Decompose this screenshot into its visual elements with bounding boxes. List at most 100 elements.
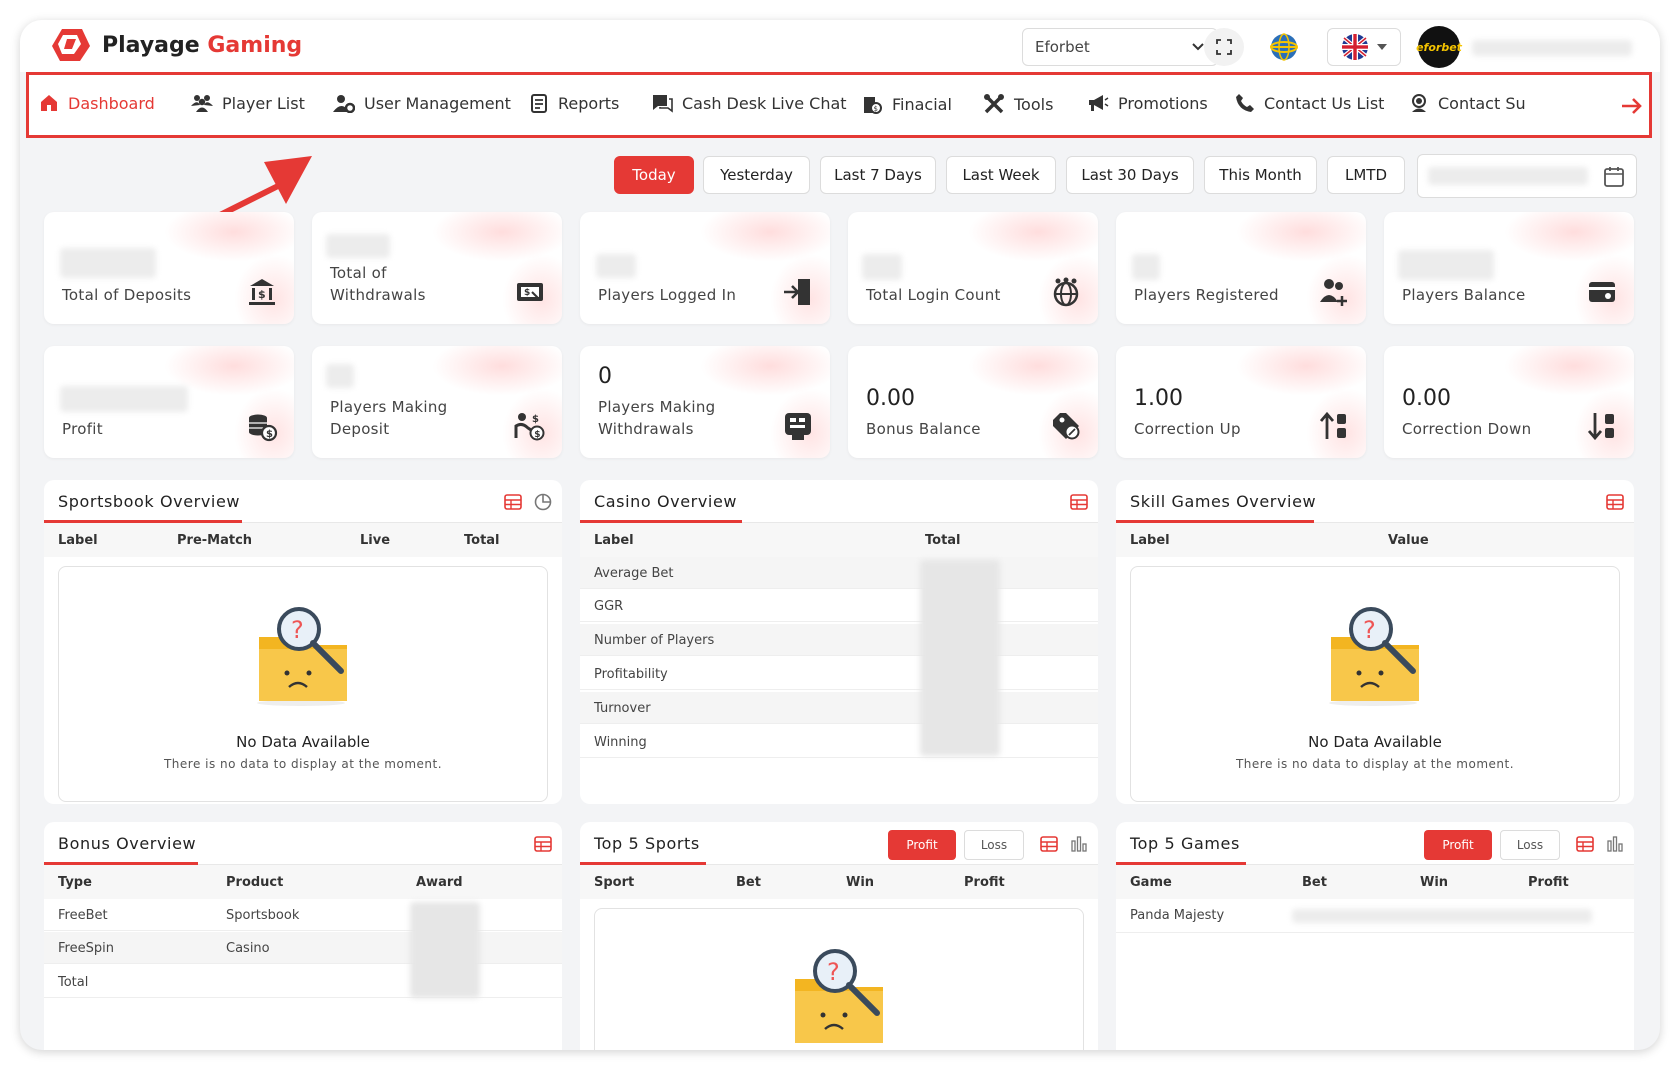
- date-today-button[interactable]: Today: [614, 156, 694, 194]
- table-view-icon[interactable]: [1040, 835, 1058, 853]
- bar-chart-icon[interactable]: [1606, 835, 1624, 853]
- date-button-label: Today: [632, 166, 676, 184]
- table-row: Average Bet: [580, 557, 1098, 589]
- nav-label: Contact Su: [1438, 93, 1526, 113]
- date-yesterday-button[interactable]: Yesterday: [703, 156, 810, 194]
- panel-title: Sportsbook Overview: [58, 492, 241, 511]
- column-header: Bet: [1302, 875, 1327, 890]
- row-product: Casino: [226, 941, 270, 956]
- table-row: FreeSpin Casino: [44, 932, 562, 964]
- fullscreen-button[interactable]: [1204, 28, 1244, 66]
- nav-user-management[interactable]: User Management: [333, 93, 511, 113]
- toggle-label: Loss: [980, 838, 1008, 852]
- column-header: Win: [846, 875, 875, 890]
- top-bar: Playage Gaming Eforbet eforbet: [20, 20, 1660, 72]
- stat-value: 0.00: [1402, 386, 1451, 411]
- date-last-30-days-button[interactable]: Last 30 Days: [1066, 156, 1194, 194]
- table-header: Label Value: [1116, 523, 1634, 557]
- avatar-label: eforbet: [1416, 40, 1462, 54]
- stat-value-blurred: [862, 254, 902, 280]
- nav-contact-us-list[interactable]: Contact Us List: [1235, 93, 1384, 113]
- row-game: Panda Majesty: [1130, 908, 1225, 923]
- nav-promotions[interactable]: Promotions: [1087, 93, 1208, 113]
- brand-name: Playage: [102, 32, 200, 58]
- nav-label: Player List: [222, 93, 305, 113]
- nav-reports[interactable]: Reports: [529, 93, 619, 113]
- toggle-label: Loss: [1516, 838, 1544, 852]
- nav-contact-support[interactable]: Contact Su: [1409, 93, 1526, 113]
- column-header: Profit: [1528, 875, 1569, 890]
- date-button-label: Yesterday: [720, 166, 793, 184]
- nav-player-list[interactable]: Player List: [191, 93, 305, 113]
- coins-icon: $: [249, 414, 278, 442]
- empty-state: ?: [594, 908, 1084, 1050]
- date-button-label: This Month: [1219, 166, 1302, 184]
- table-view-icon[interactable]: [534, 835, 552, 853]
- nav-cash-desk-chat[interactable]: Cash Desk Live Chat: [651, 93, 847, 113]
- column-header: Type: [58, 875, 92, 890]
- column-header: Pre-Match: [177, 533, 253, 548]
- stat-value-blurred: [60, 386, 188, 412]
- uk-flag-icon: [1342, 34, 1368, 60]
- nav-tools[interactable]: Tools: [983, 93, 1053, 115]
- row-type: FreeBet: [58, 908, 108, 923]
- stat-value-blurred: [326, 234, 390, 258]
- panel-title: Skill Games Overview: [1130, 492, 1317, 511]
- discount-tag-icon: [1053, 413, 1080, 440]
- svg-text:?: ?: [291, 616, 304, 644]
- avatar[interactable]: eforbet: [1416, 26, 1462, 68]
- stat-card-correction-up: 1.00 Correction Up: [1116, 346, 1366, 458]
- sort-up-icon: [1319, 411, 1346, 439]
- toggle-label: Profit: [906, 838, 938, 852]
- nav-scroll-right-arrow-icon[interactable]: [1621, 97, 1643, 115]
- row-label: Profitability: [594, 667, 668, 682]
- calendar-icon[interactable]: [1604, 166, 1624, 188]
- nav-label: Finacial: [892, 94, 952, 114]
- sportsbook-overview-panel: Sportsbook Overview Label Pre-Match Live…: [44, 480, 562, 804]
- date-this-month-button[interactable]: This Month: [1204, 156, 1317, 194]
- loss-toggle-button[interactable]: Loss: [1500, 830, 1560, 860]
- report-icon: [531, 94, 547, 113]
- table-row: GGR: [580, 590, 1098, 622]
- bar-chart-icon[interactable]: [1070, 835, 1088, 853]
- globe-button[interactable]: [1264, 28, 1304, 66]
- site-select[interactable]: Eforbet: [1022, 28, 1218, 66]
- date-last-week-button[interactable]: Last Week: [946, 156, 1056, 194]
- table-view-icon[interactable]: [1606, 493, 1624, 511]
- chevron-down-icon: [1192, 43, 1204, 51]
- svg-text:?: ?: [827, 958, 840, 986]
- svg-text:?: ?: [1363, 616, 1376, 644]
- profit-toggle-button[interactable]: Profit: [888, 830, 956, 860]
- skill-games-overview-panel: Skill Games Overview Label Value ? No Da…: [1116, 480, 1634, 804]
- language-select[interactable]: [1327, 28, 1401, 66]
- user-gear-icon: [333, 95, 355, 113]
- atm-icon: [785, 413, 811, 440]
- table-view-icon[interactable]: [1576, 835, 1594, 853]
- stat-value: 1.00: [1134, 386, 1183, 411]
- table-view-icon[interactable]: [504, 493, 522, 511]
- logo[interactable]: Playage Gaming: [50, 26, 302, 64]
- nav-dashboard[interactable]: Dashboard: [39, 93, 155, 113]
- nav-finacial[interactable]: $ Finacial: [861, 93, 952, 115]
- date-range-input[interactable]: [1417, 154, 1637, 198]
- nav-label: Dashboard: [68, 93, 155, 113]
- table-row: Total: [44, 966, 562, 998]
- date-lmtd-button[interactable]: LMTD: [1327, 156, 1405, 194]
- main-nav: Dashboard Player List User Management Re…: [26, 72, 1652, 138]
- date-last-7-days-button[interactable]: Last 7 Days: [820, 156, 936, 194]
- loss-toggle-button[interactable]: Loss: [964, 830, 1024, 860]
- row-label: GGR: [594, 599, 624, 614]
- column-header: Total: [464, 533, 500, 548]
- stat-card-players-balance: Players Balance: [1384, 212, 1634, 324]
- column-header: Profit: [964, 875, 1005, 890]
- pie-chart-icon[interactable]: [534, 493, 552, 511]
- svg-text:$: $: [532, 414, 539, 425]
- table-view-icon[interactable]: [1070, 493, 1088, 511]
- fullscreen-icon: [1216, 39, 1232, 55]
- stat-card-bonus-balance: 0.00 Bonus Balance: [848, 346, 1098, 458]
- caret-down-icon: [1377, 44, 1387, 50]
- bank-icon: $: [249, 279, 275, 305]
- column-header: Total: [925, 533, 961, 548]
- row-label: Turnover: [594, 701, 651, 716]
- profit-toggle-button[interactable]: Profit: [1424, 830, 1492, 860]
